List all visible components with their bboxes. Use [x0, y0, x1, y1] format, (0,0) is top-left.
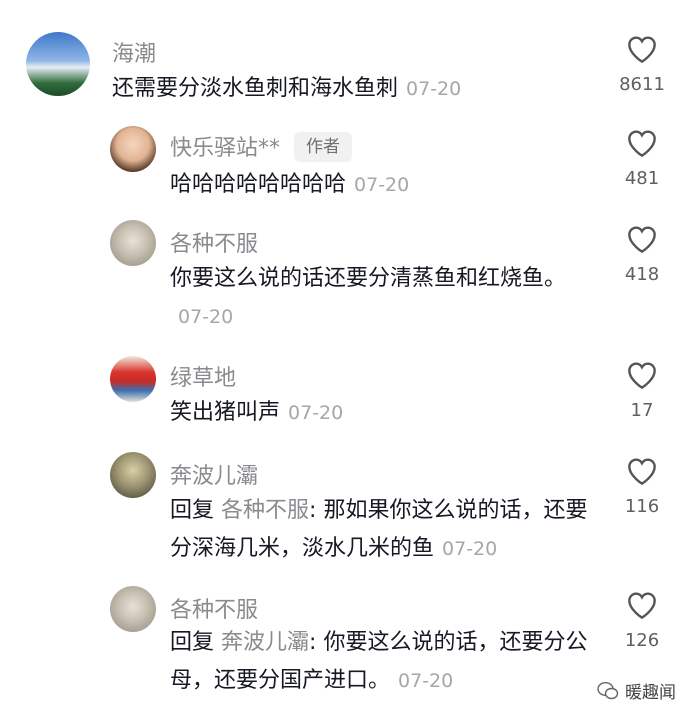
- comment-username[interactable]: 绿草地: [170, 360, 236, 392]
- like-button[interactable]: 116: [612, 456, 672, 517]
- reply-colon: :: [309, 630, 317, 655]
- avatar[interactable]: [110, 452, 156, 498]
- like-count: 8611: [619, 74, 665, 95]
- comment-body: 笑出猪叫声 07-20: [170, 394, 570, 432]
- like-count: 126: [624, 630, 660, 651]
- like-button[interactable]: 8611: [612, 34, 672, 95]
- like-button[interactable]: 481: [612, 128, 672, 189]
- like-button[interactable]: 17: [612, 360, 672, 421]
- heart-icon: [628, 36, 656, 64]
- comment-username[interactable]: 各种不服: [170, 226, 258, 258]
- avatar[interactable]: [110, 356, 156, 402]
- comment-date: 07-20: [398, 670, 454, 692]
- comment-username[interactable]: 海潮: [112, 36, 156, 68]
- like-button[interactable]: 418: [612, 224, 672, 285]
- like-button[interactable]: 126: [612, 590, 672, 651]
- comment-body: 回复 奔波儿灞: 你要这么说的话，还要分公母，还要分国产进口。 07-20: [170, 624, 600, 700]
- comment-username[interactable]: 奔波儿灞: [170, 458, 258, 490]
- comment-username-text[interactable]: 快乐驿站**: [170, 136, 280, 161]
- like-count: 17: [630, 400, 654, 421]
- avatar[interactable]: [26, 32, 90, 96]
- reply-to-username[interactable]: 奔波儿灞: [221, 630, 309, 655]
- heart-icon: [628, 226, 656, 254]
- comment-date: 07-20: [442, 538, 498, 560]
- comment-date: 07-20: [354, 174, 410, 196]
- comment-body: 还需要分淡水鱼刺和海水鱼刺 07-20: [112, 70, 552, 108]
- comment-text: 笑出猪叫声: [170, 400, 281, 425]
- comment-date: 07-20: [406, 78, 462, 100]
- reply-to-username[interactable]: 各种不服: [221, 498, 309, 523]
- reply-prefix: 回复: [170, 498, 215, 523]
- avatar[interactable]: [110, 586, 156, 632]
- heart-icon: [628, 458, 656, 486]
- watermark-text: 暖趣闻: [625, 683, 676, 703]
- like-count: 418: [624, 264, 660, 285]
- comment-username: 快乐驿站** 作者: [170, 130, 353, 162]
- avatar[interactable]: [110, 220, 156, 266]
- comment-body: 哈哈哈哈哈哈哈哈 07-20: [170, 166, 570, 204]
- heart-icon: [628, 130, 656, 158]
- comment-text: 还需要分淡水鱼刺和海水鱼刺: [112, 76, 399, 101]
- author-badge: 作者: [294, 132, 353, 162]
- like-count: 481: [624, 168, 660, 189]
- comment-date: 07-20: [178, 306, 234, 328]
- avatar[interactable]: [110, 126, 156, 172]
- watermark: 暖趣闻: [597, 678, 676, 703]
- comment-body: 回复 各种不服: 那如果你这么说的话，还要分深海几米，淡水几米的鱼 07-20: [170, 492, 600, 568]
- wechat-icon: [597, 681, 619, 699]
- comment-username[interactable]: 各种不服: [170, 592, 258, 624]
- comment-body: 你要这么说的话还要分清蒸鱼和红烧鱼。 07-20: [170, 260, 580, 336]
- heart-icon: [628, 362, 656, 390]
- comment-text: 你要这么说的话还要分清蒸鱼和红烧鱼。: [170, 266, 567, 291]
- reply-colon: :: [309, 498, 317, 523]
- heart-icon: [628, 592, 656, 620]
- comment-text: 哈哈哈哈哈哈哈哈: [170, 172, 347, 197]
- reply-prefix: 回复: [170, 630, 215, 655]
- like-count: 116: [624, 496, 660, 517]
- comment-date: 07-20: [288, 402, 344, 424]
